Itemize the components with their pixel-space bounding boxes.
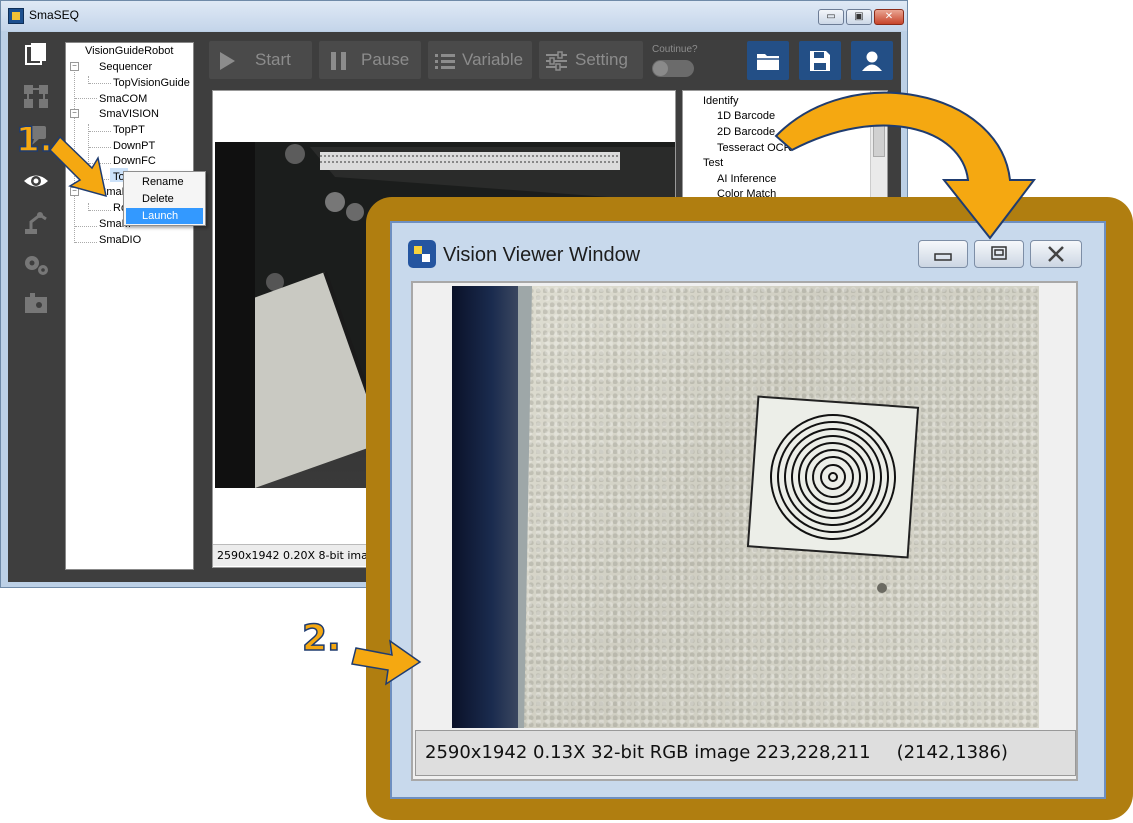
step2-arrow [351,639,422,686]
curved-arrow [774,91,1037,240]
step1-label: 1. [15,119,53,161]
annotation-overlay [49,91,1037,686]
step2-label: 2. [301,617,341,660]
step1-arrow [49,135,107,198]
